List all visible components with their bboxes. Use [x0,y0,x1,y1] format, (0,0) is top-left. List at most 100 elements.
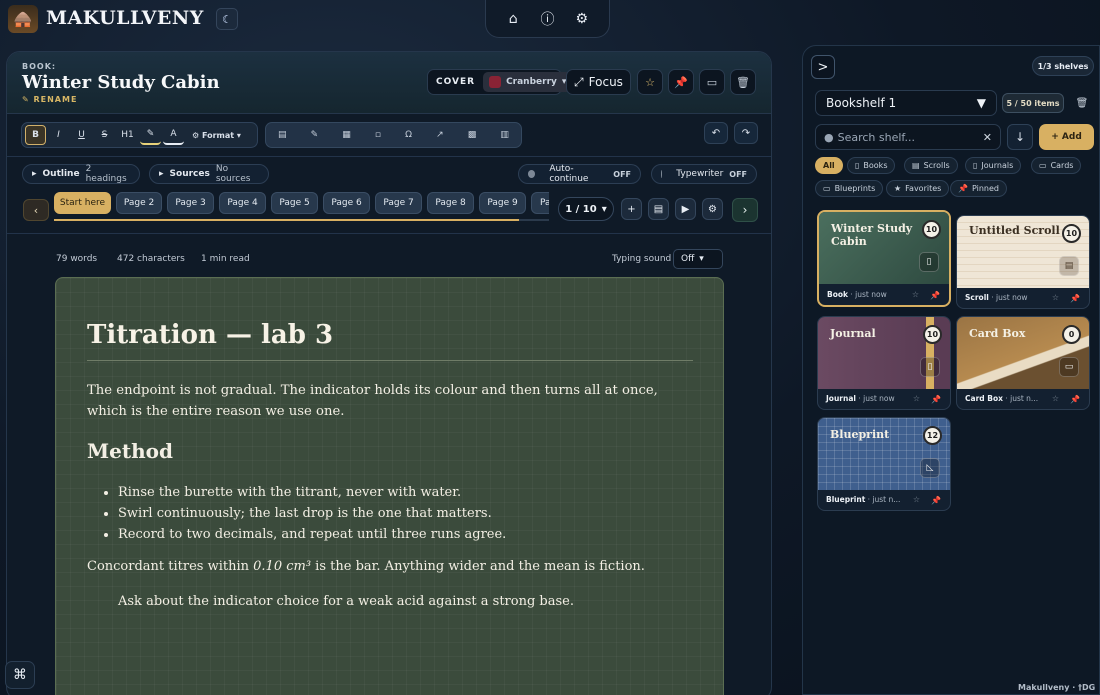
scroll-icon: ▤ [1059,256,1079,276]
filter-pinned[interactable]: 📌 Pinned [950,180,1007,197]
info-icon[interactable]: ⓘ [536,9,558,29]
text-color-icon[interactable]: A [163,125,184,145]
page-settings-icon[interactable]: ⚙ [702,198,723,220]
add-page-icon[interactable]: + [621,198,642,220]
favorite-star-button[interactable]: ☆ [637,69,663,95]
prev-page-button[interactable]: ‹ [23,199,49,221]
card-icon: ▭ [1039,161,1047,170]
symbol-icon[interactable]: Ω [405,130,412,140]
underline-button[interactable]: U [71,125,92,145]
shelf-card[interactable]: Untitled Scroll 10 ▤ Scroll · just now ☆… [956,215,1090,309]
filter-all[interactable]: All [815,157,843,174]
page-tab[interactable]: Page 6 [323,192,370,214]
focus-button[interactable]: ⤢ Focus [566,69,631,95]
export-button[interactable]: ▭ [699,69,725,95]
page-tab[interactable]: Page 5 [271,192,318,214]
page-tab[interactable]: Page 7 [375,192,422,214]
favorite-star-icon[interactable]: ☆ [912,290,919,299]
home-icon[interactable]: ⌂ [502,11,524,27]
add-item-button[interactable]: + Add [1039,124,1094,150]
page-tab[interactable]: Page 2 [116,192,162,214]
link-icon[interactable]: ↗ [436,130,444,140]
grid-icon[interactable]: ▩ [468,130,477,140]
page-tab[interactable]: Page 3 [167,192,214,214]
document-page[interactable]: Titration — lab 3 The endpoint is not gr… [55,277,724,695]
doc-heading-2: Method [87,439,173,463]
shelf-card[interactable]: Blueprint 12 ◺ Blueprint · just n... ☆ 📌 [817,417,951,511]
cabin-icon[interactable]: 🛖 [8,5,38,33]
pin-icon[interactable]: 📌 [931,395,941,404]
strikethrough-button[interactable]: S [94,125,115,145]
filter-label: Blueprints [834,184,876,193]
pin-icon[interactable]: 📌 [930,291,940,300]
pin-button[interactable]: 📌 [668,69,694,95]
typing-sound-value: Off [681,254,695,264]
night-mode-icon[interactable]: ☾ [216,8,238,30]
shelf-card[interactable]: Journal 10 ▯ Journal · just now ☆ 📌 [817,316,951,410]
shelves-count[interactable]: 1/3 shelves [1032,56,1094,76]
doc-paragraph: Ask about the indicator choice for a wea… [118,594,574,609]
delete-shelf-icon[interactable]: 🗑 [1073,93,1091,113]
page-tab[interactable]: Page 8 [427,192,474,214]
pin-icon[interactable]: 📌 [1070,395,1080,404]
italic-button[interactable]: I [48,125,69,145]
page-tab[interactable]: Page 10 [531,192,549,214]
rename-button[interactable]: ✎ RENAME [22,95,77,104]
page-info-icon[interactable]: ▤ [648,198,669,220]
toggle-knob [661,170,663,178]
doc-emphasis: 0.10 cm³ [253,559,312,574]
highlight-icon[interactable]: ✎ [140,125,161,145]
collapse-panel-icon[interactable]: > [811,55,835,79]
favorite-star-icon[interactable]: ☆ [913,394,920,403]
expand-icon: ⤢ [574,74,584,89]
card-time: · just now [850,290,887,299]
shelf-card[interactable]: Winter Study Cabin 10 ▯ Book · just now … [817,210,951,307]
box-icon[interactable]: ▫ [375,130,381,140]
page-tab[interactable]: Page 9 [479,192,526,214]
page-icon[interactable]: ▤ [278,130,287,140]
page-tab[interactable]: Page 4 [219,192,266,214]
filter-scrolls[interactable]: ▤ Scrolls [904,157,958,174]
search-input[interactable]: ● Search shelf... ✕ [815,124,1001,150]
table-icon[interactable]: ▦ [342,130,351,140]
pin-icon[interactable]: 📌 [1070,294,1080,303]
settings-icon[interactable]: ⚙ [571,11,593,27]
shelf-select-value: Bookshelf 1 [826,96,897,110]
search-icon: ● [824,130,834,144]
delete-button[interactable]: 🗑 [730,69,756,95]
redo-icon[interactable]: ↷ [734,122,758,144]
bold-button[interactable]: B [25,125,46,145]
book-kicker: BOOK: [22,62,57,71]
next-page-button[interactable]: › [732,198,758,222]
filter-blueprints[interactable]: ▭ Blueprints [815,180,884,197]
undo-icon[interactable]: ↶ [704,122,728,144]
filter-journals[interactable]: ▯ Journals [965,157,1022,174]
pin-icon[interactable]: 📌 [931,496,941,505]
command-palette-button[interactable]: ⌘ [5,661,35,689]
filter-favorites[interactable]: ★ Favorites [886,180,950,197]
pen-icon[interactable]: ✎ [311,130,319,140]
filter-books[interactable]: ▯ Books [847,157,896,174]
journal-icon: ▯ [920,357,940,377]
play-icon[interactable]: ▶ [675,198,696,220]
typewriter-label: Typewriter [676,169,724,179]
cover-select[interactable]: Cranberry ▾ [483,72,573,92]
heading-button[interactable]: H1 [117,125,138,145]
format-dropdown[interactable]: ⚙ Format ▾ [186,131,241,140]
sort-icon[interactable]: ↓ [1007,124,1033,150]
outline-toggle[interactable]: ▸ Outline 2 headings [22,164,140,184]
typewriter-toggle[interactable]: Typewriter OFF [651,164,757,184]
clear-search-icon[interactable]: ✕ [983,131,992,144]
filter-cards[interactable]: ▭ Cards [1031,157,1082,174]
sources-toggle[interactable]: ▸ Sources No sources [149,164,269,184]
typing-sound-select[interactable]: Off ▾ [673,249,723,269]
shelf-select[interactable]: Bookshelf 1 ▼ [815,90,997,116]
favorite-star-icon[interactable]: ☆ [1052,394,1059,403]
favorite-star-icon[interactable]: ☆ [1052,293,1059,302]
page-counter-select[interactable]: 1 / 10 ▾ [558,197,614,221]
page-tab[interactable]: Start here [54,192,111,214]
clear-icon[interactable]: ▥ [500,130,509,140]
favorite-star-icon[interactable]: ☆ [913,495,920,504]
shelf-card[interactable]: Card Box 0 ▭ Card Box · just n... ☆ 📌 [956,316,1090,410]
auto-continue-toggle[interactable]: Auto-continue OFF [518,164,641,184]
